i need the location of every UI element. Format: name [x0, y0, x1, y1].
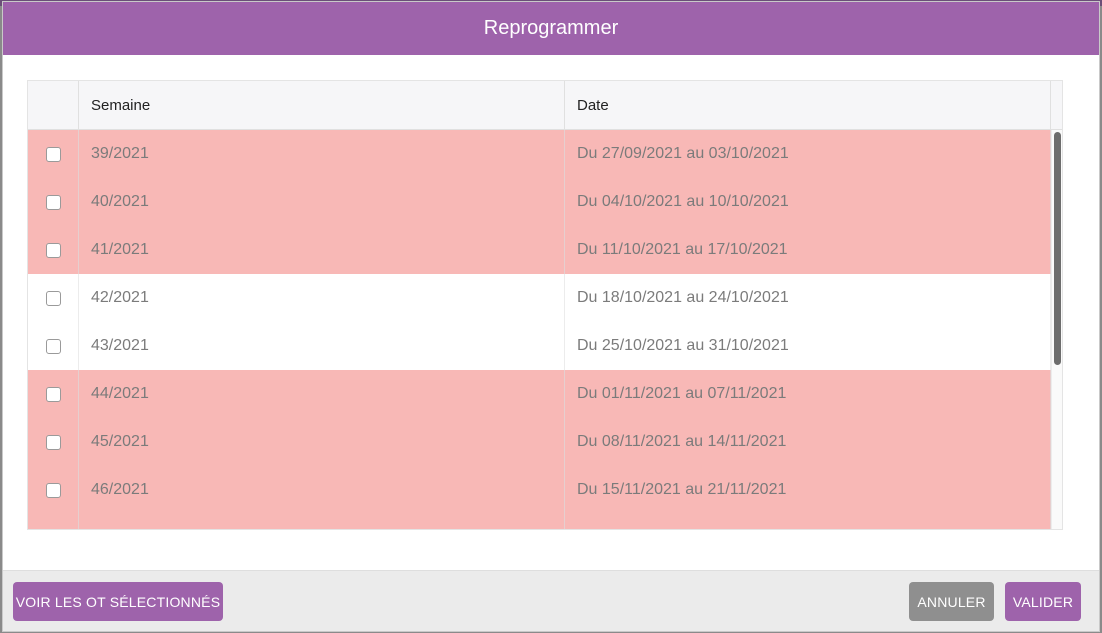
- table-row[interactable]: 40/2021 Du 04/10/2021 au 10/10/2021: [28, 178, 1051, 226]
- week-cell: 46/2021: [79, 466, 565, 514]
- date-cell: Du 01/11/2021 au 07/11/2021: [565, 370, 1051, 418]
- date-cell: [565, 514, 1051, 529]
- view-selected-button[interactable]: VOIR LES OT SÉLECTIONNÉS: [13, 582, 223, 621]
- date-cell: Du 15/11/2021 au 21/11/2021: [565, 466, 1051, 514]
- table-row[interactable]: 46/2021 Du 15/11/2021 au 21/11/2021: [28, 466, 1051, 514]
- date-cell: Du 11/10/2021 au 17/10/2021: [565, 226, 1051, 274]
- week-cell: 43/2021: [79, 322, 565, 370]
- weeks-table: Semaine Date 39/2021 Du 27/09/2021 au 03/…: [27, 80, 1063, 530]
- date-cell: Du 27/09/2021 au 03/10/2021: [565, 130, 1051, 178]
- row-select-cell: [28, 466, 79, 514]
- row-checkbox[interactable]: [45, 242, 61, 258]
- date-cell: Du 18/10/2021 au 24/10/2021: [565, 274, 1051, 322]
- table-row[interactable]: 43/2021 Du 25/10/2021 au 31/10/2021: [28, 322, 1051, 370]
- row-checkbox[interactable]: [45, 338, 61, 354]
- row-select-cell: [28, 226, 79, 274]
- reschedule-dialog: Reprogrammer Semaine Date 39/2021 Du 27/0…: [2, 1, 1100, 632]
- table-body: 39/2021 Du 27/09/2021 au 03/10/2021 40/202…: [28, 130, 1051, 529]
- row-select-cell: [28, 514, 79, 529]
- date-cell: Du 04/10/2021 au 10/10/2021: [565, 178, 1051, 226]
- header-select-column: [28, 81, 79, 130]
- week-cell: 40/2021: [79, 178, 565, 226]
- week-cell: 44/2021: [79, 370, 565, 418]
- week-cell: 42/2021: [79, 274, 565, 322]
- date-cell: Du 08/11/2021 au 14/11/2021: [565, 418, 1051, 466]
- table-row[interactable]: 44/2021 Du 01/11/2021 au 07/11/2021: [28, 370, 1051, 418]
- table-scrollbar-thumb[interactable]: [1054, 132, 1061, 365]
- dialog-title: Reprogrammer: [483, 17, 619, 39]
- header-date[interactable]: Date: [565, 81, 1051, 130]
- table-header: Semaine Date: [28, 81, 1051, 130]
- dialog-body: Semaine Date 39/2021 Du 27/09/2021 au 03/…: [3, 55, 1099, 572]
- table-header-corner: [1051, 81, 1062, 130]
- date-cell: Du 25/10/2021 au 31/10/2021: [565, 322, 1051, 370]
- row-select-cell: [28, 178, 79, 226]
- row-checkbox[interactable]: [45, 434, 61, 450]
- table-row[interactable]: [28, 514, 1051, 529]
- row-select-cell: [28, 130, 79, 178]
- row-checkbox[interactable]: [45, 146, 61, 162]
- dialog-footer: VOIR LES OT SÉLECTIONNÉS ANNULER VALIDER: [3, 570, 1099, 631]
- cancel-button[interactable]: ANNULER: [909, 582, 994, 621]
- week-cell: 45/2021: [79, 418, 565, 466]
- table-row[interactable]: 39/2021 Du 27/09/2021 au 03/10/2021: [28, 130, 1051, 178]
- row-checkbox[interactable]: [45, 482, 61, 498]
- week-cell: 39/2021: [79, 130, 565, 178]
- row-select-cell: [28, 274, 79, 322]
- row-checkbox[interactable]: [45, 290, 61, 306]
- dialog-header: Reprogrammer: [3, 2, 1099, 55]
- table-row[interactable]: 42/2021 Du 18/10/2021 au 24/10/2021: [28, 274, 1051, 322]
- validate-button[interactable]: VALIDER: [1005, 582, 1081, 621]
- row-select-cell: [28, 370, 79, 418]
- table-scrollbar[interactable]: [1051, 130, 1062, 529]
- row-checkbox[interactable]: [45, 194, 61, 210]
- header-week[interactable]: Semaine: [79, 81, 565, 130]
- table-row[interactable]: 41/2021 Du 11/10/2021 au 17/10/2021: [28, 226, 1051, 274]
- row-select-cell: [28, 418, 79, 466]
- week-cell: 41/2021: [79, 226, 565, 274]
- row-checkbox[interactable]: [45, 386, 61, 402]
- table-row[interactable]: 45/2021 Du 08/11/2021 au 14/11/2021: [28, 418, 1051, 466]
- week-cell: [79, 514, 565, 529]
- row-select-cell: [28, 322, 79, 370]
